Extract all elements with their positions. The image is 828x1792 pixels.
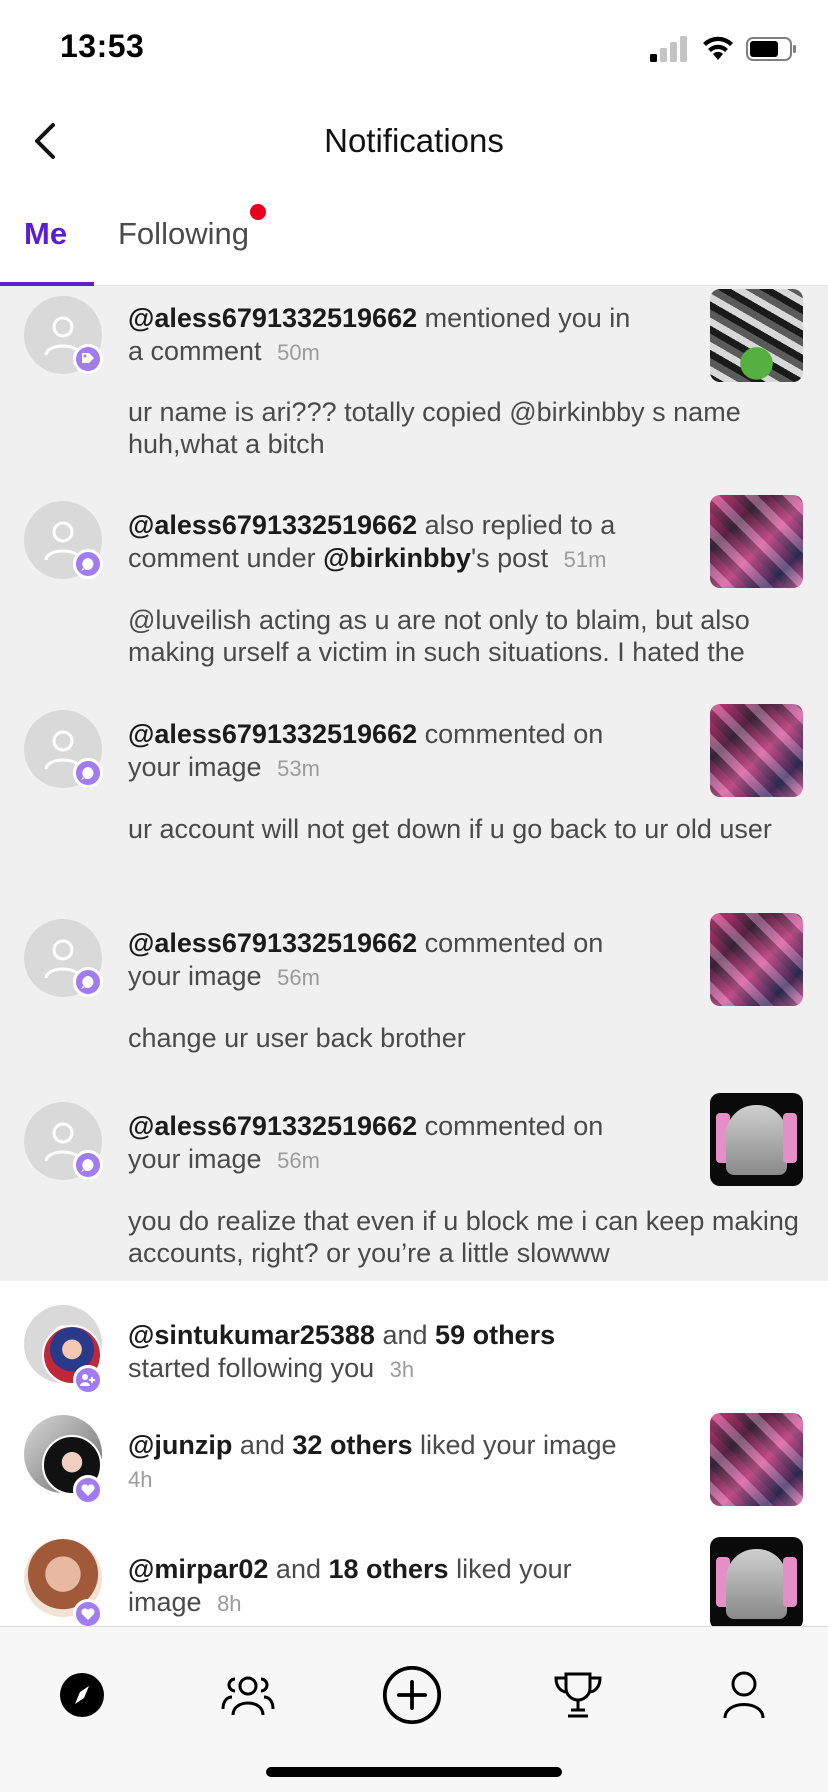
unread-dot <box>250 204 266 220</box>
action-suffix: 's post <box>470 543 549 573</box>
comment-preview: you do realize that even if u block me i… <box>128 1206 799 1268</box>
others-count[interactable]: 18 others <box>329 1554 449 1584</box>
timestamp: 50m <box>277 340 320 365</box>
username[interactable]: @junzip <box>128 1430 232 1460</box>
others-count[interactable]: 32 others <box>292 1430 412 1460</box>
header: Notifications <box>0 100 828 182</box>
notification-text: @aless6791332519662 also replied to a co… <box>128 509 648 576</box>
follow-badge <box>73 1365 103 1395</box>
heart-icon <box>81 1608 95 1620</box>
page-title: Notifications <box>324 122 504 159</box>
status-icons <box>650 34 798 64</box>
username[interactable]: @mirpar02 <box>128 1554 268 1584</box>
tab-following[interactable]: Following <box>118 216 249 252</box>
post-thumbnail[interactable] <box>710 913 803 1006</box>
thumb-decoration <box>783 1113 797 1163</box>
tab-bar: Me Following <box>0 190 828 286</box>
like-badge <box>73 1475 103 1505</box>
tab-me[interactable]: Me <box>24 216 67 252</box>
nav-create[interactable] <box>382 1665 442 1725</box>
nav-community[interactable] <box>218 1665 278 1725</box>
trophy-icon <box>554 1672 602 1718</box>
thumb-portrait <box>726 1549 787 1619</box>
post-thumbnail[interactable] <box>710 289 803 382</box>
wifi-icon <box>703 36 733 60</box>
comment-icon <box>81 558 94 571</box>
comment-badge <box>73 549 103 579</box>
username[interactable]: @aless6791332519662 <box>128 719 417 749</box>
notification-text: @aless6791332519662 commented on your im… <box>128 927 648 994</box>
battery-icon <box>746 37 796 61</box>
nav-challenges[interactable] <box>548 1665 608 1725</box>
like-badge <box>73 1599 103 1626</box>
comment-icon <box>81 1159 94 1172</box>
status-time: 13:53 <box>60 28 145 64</box>
timestamp: 51m <box>563 547 607 572</box>
community-icon <box>221 1676 275 1716</box>
create-icon <box>382 1665 442 1725</box>
username[interactable]: @aless6791332519662 <box>128 303 417 333</box>
thumb-portrait <box>726 1105 787 1175</box>
notification-text: @aless6791332519662 mentioned you in a c… <box>128 302 648 369</box>
post-thumbnail[interactable] <box>710 1537 803 1626</box>
comment-badge <box>73 1150 103 1180</box>
comment-icon <box>81 767 94 780</box>
username[interactable]: @sintukumar25388 <box>128 1320 375 1350</box>
status-bar: 13:53 <box>0 0 828 100</box>
thumb-decoration <box>783 1557 797 1607</box>
comment-preview: change ur user back brother <box>128 1023 466 1053</box>
timestamp: 3h <box>389 1357 415 1382</box>
comment-preview: ur name is ari??? totally copied @birkin… <box>128 397 741 459</box>
target-username[interactable]: @birkinbby <box>323 543 471 573</box>
joiner-text: and <box>382 1320 428 1350</box>
comment-badge <box>73 967 103 997</box>
action-text: liked your image <box>419 1430 617 1460</box>
username[interactable]: @aless6791332519662 <box>128 928 417 958</box>
list-item[interactable]: @junzip and 32 others liked your image 4… <box>0 1409 828 1533</box>
list-item[interactable]: @aless6791332519662 commented on your im… <box>0 913 828 1089</box>
post-thumbnail[interactable] <box>710 1093 803 1186</box>
notification-text: @aless6791332519662 commented on your im… <box>128 718 648 785</box>
notification-text: @aless6791332519662 commented on your im… <box>128 1110 648 1177</box>
list-item[interactable]: @aless6791332519662 mentioned you in a c… <box>0 286 828 495</box>
timestamp: 56m <box>277 965 320 990</box>
comment-icon <box>81 976 94 989</box>
tag-icon <box>82 353 94 363</box>
list-item[interactable]: @aless6791332519662 commented on your im… <box>0 1089 828 1281</box>
post-thumbnail[interactable] <box>710 704 803 797</box>
list-item[interactable]: @sintukumar25388 and 59 others started f… <box>0 1281 828 1409</box>
others-count[interactable]: 59 others <box>435 1320 555 1350</box>
notification-list[interactable]: @aless6791332519662 mentioned you in a c… <box>0 286 828 1626</box>
post-thumbnail[interactable] <box>710 495 803 588</box>
joiner-text: and <box>239 1430 285 1460</box>
timestamp: 56m <box>277 1148 320 1173</box>
profile-icon <box>723 1671 765 1719</box>
signal-icon <box>650 36 687 62</box>
notification-text: @mirpar02 and 18 others liked your image… <box>128 1553 648 1620</box>
mention-badge <box>73 344 103 374</box>
notification-text: @sintukumar25388 and 59 others started f… <box>128 1319 648 1386</box>
post-thumbnail[interactable] <box>710 1413 803 1506</box>
comment-preview: ur account will not get down if u go bac… <box>128 814 772 844</box>
comment-badge <box>73 758 103 788</box>
list-item[interactable]: @aless6791332519662 also replied to a co… <box>0 495 828 704</box>
home-indicator <box>266 1767 562 1777</box>
username[interactable]: @aless6791332519662 <box>128 510 417 540</box>
action-text: started following you <box>128 1353 375 1383</box>
list-item[interactable]: @mirpar02 and 18 others liked your image… <box>0 1533 828 1626</box>
joiner-text: and <box>275 1554 321 1584</box>
heart-icon <box>81 1484 95 1496</box>
timestamp: 8h <box>217 1591 242 1616</box>
timestamp: 53m <box>277 756 320 781</box>
timestamp: 4h <box>128 1467 153 1492</box>
follow-icon <box>80 1374 95 1386</box>
comment-preview: @luveilish acting as u are not only to b… <box>128 605 750 667</box>
notification-text: @junzip and 32 others liked your image 4… <box>128 1429 648 1496</box>
username[interactable]: @aless6791332519662 <box>128 1111 417 1141</box>
list-item[interactable]: @aless6791332519662 commented on your im… <box>0 704 828 913</box>
nav-explore[interactable] <box>52 1665 112 1725</box>
explore-icon <box>60 1673 104 1717</box>
nav-profile[interactable] <box>714 1665 774 1725</box>
